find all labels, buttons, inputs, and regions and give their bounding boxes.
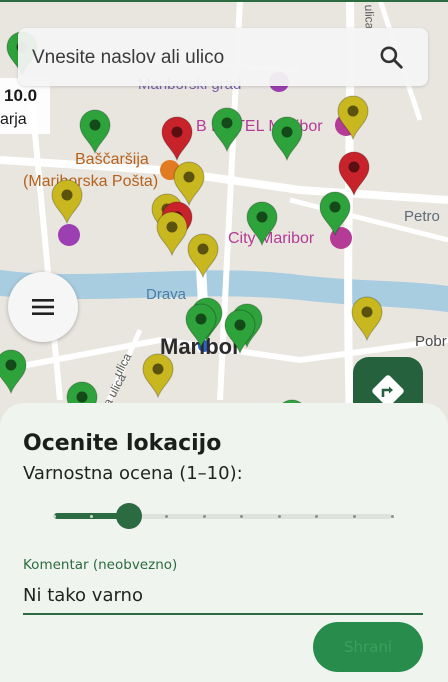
save-button[interactable]: Shrani	[313, 622, 423, 672]
slider-tick	[352, 515, 356, 518]
map-pin-icon	[187, 233, 219, 278]
slider-tick	[52, 515, 56, 518]
map-pin-icon	[185, 303, 217, 348]
map-pin-icon	[224, 309, 256, 354]
map-marker[interactable]	[270, 115, 304, 161]
map-marker[interactable]	[318, 190, 352, 236]
comment-label: Komentar (neobvezno)	[23, 557, 178, 573]
map-marker[interactable]	[0, 348, 28, 394]
map-marker[interactable]	[336, 94, 370, 140]
map-label-petrol: Petro	[404, 208, 440, 225]
map-marker[interactable]	[155, 210, 189, 256]
map-marker[interactable]	[50, 178, 84, 224]
menu-button[interactable]	[8, 272, 78, 342]
search-icon[interactable]	[378, 44, 404, 70]
map-marker[interactable]	[245, 200, 279, 246]
map-pin-icon	[319, 191, 351, 236]
map-label-posta: (Mariborska Pošta)	[23, 173, 159, 190]
map-marker[interactable]	[223, 308, 257, 354]
map-pin-icon	[0, 349, 27, 394]
map-pin-icon	[271, 116, 303, 161]
map-pin-icon	[142, 353, 174, 398]
map-pin-icon	[51, 179, 83, 224]
map-pin-icon	[351, 296, 383, 341]
slider-thumb[interactable]	[116, 503, 143, 529]
sheet-title: Ocenite lokacijo	[23, 431, 222, 456]
map-marker[interactable]	[160, 115, 194, 161]
scale-unit: arja	[0, 111, 27, 128]
map-marker[interactable]	[78, 108, 112, 154]
map-pin-icon	[161, 116, 193, 161]
slider-label: Varnostna ocena (1–10):	[23, 463, 243, 484]
map-pin-icon	[156, 211, 188, 256]
search-input[interactable]	[30, 28, 364, 88]
map-label-pobr: Pobr	[415, 333, 447, 350]
rating-sheet: Ocenite lokacijo Varnostna ocena (1–10):…	[0, 403, 448, 682]
map-pin-icon	[79, 109, 111, 154]
map-marker[interactable]	[350, 295, 384, 341]
map-pin-icon	[211, 107, 243, 152]
comment-field[interactable]	[23, 577, 423, 615]
slider-tick	[202, 515, 206, 518]
search-bar	[18, 28, 428, 88]
map-marker[interactable]	[186, 232, 220, 278]
map-marker[interactable]	[141, 352, 175, 398]
scale-value: 10.0	[4, 86, 38, 105]
map-pin-icon	[337, 95, 369, 140]
slider-tick	[390, 515, 394, 518]
slider-tick	[277, 515, 281, 518]
menu-icon	[32, 299, 54, 315]
map-marker[interactable]	[210, 106, 244, 152]
map-label-drava: Drava	[146, 286, 187, 303]
map-label-ulica-right: ulica	[361, 4, 377, 30]
map-marker[interactable]	[184, 302, 218, 348]
safety-rating-slider[interactable]	[52, 503, 394, 529]
map-pin-icon	[246, 201, 278, 246]
